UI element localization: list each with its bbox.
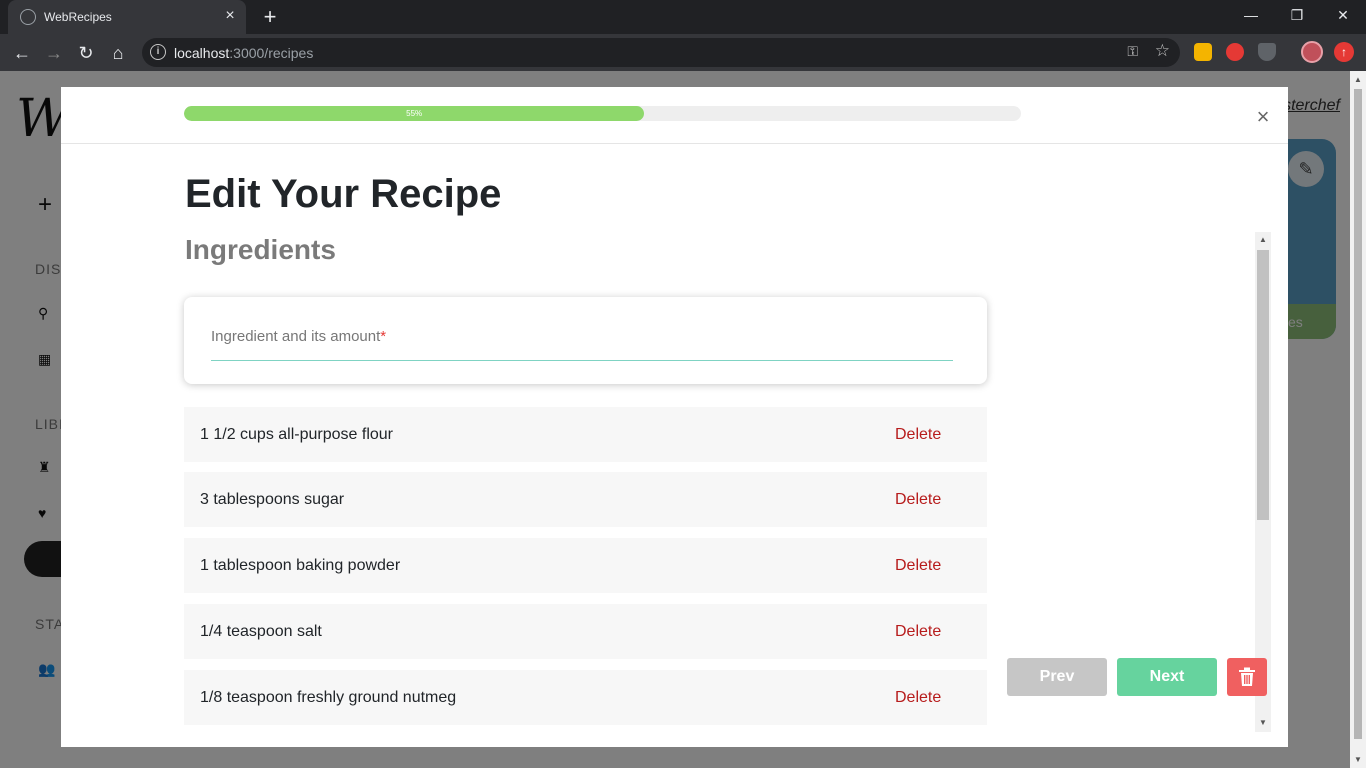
update-icon[interactable]: ↑ [1334, 42, 1354, 62]
ingredient-input-card: Ingredient and its amount* [184, 297, 987, 384]
page-scrollbar[interactable]: ▲ ▼ [1350, 71, 1366, 768]
reload-button[interactable]: ↻ [73, 40, 99, 66]
address-bar[interactable]: i localhost:3000/recipes ⚿ ☆ [142, 38, 1180, 67]
input-underline [211, 360, 953, 361]
scrollbar-thumb[interactable] [1354, 89, 1362, 739]
delete-recipe-button[interactable] [1227, 658, 1267, 696]
delete-ingredient-button[interactable]: Delete [895, 491, 941, 509]
ingredient-name: 1/4 teaspoon salt [200, 623, 322, 640]
progress-fill: 55% [184, 106, 645, 121]
modal-header: 55% × [61, 87, 1288, 144]
scroll-up-arrow[interactable]: ▲ [1354, 75, 1362, 84]
ingredient-row: 3 tablespoons sugar Delete [184, 472, 987, 527]
modal-title: Edit Your Recipe [185, 172, 502, 216]
section-subtitle: Ingredients [185, 234, 336, 265]
ingredient-name: 1/8 teaspoon freshly ground nutmeg [200, 689, 457, 706]
profile-avatar[interactable] [1301, 41, 1323, 63]
shield-extension-icon[interactable] [1258, 43, 1276, 61]
required-mark: * [380, 328, 387, 345]
extension-icon[interactable] [1226, 43, 1244, 61]
bookmark-star-icon[interactable]: ☆ [1155, 41, 1170, 61]
delete-ingredient-button[interactable]: Delete [895, 623, 941, 641]
close-tab-icon[interactable]: × [220, 6, 240, 26]
modal-scrollbar[interactable]: ▲ ▼ [1255, 232, 1271, 732]
restore-button[interactable]: ❐ [1274, 0, 1320, 30]
url-text[interactable]: localhost:3000/recipes [174, 45, 313, 61]
tab-title: WebRecipes [44, 10, 112, 24]
forward-button[interactable]: → [41, 40, 67, 66]
ingredient-row: 1 tablespoon baking powder Delete [184, 538, 987, 593]
scroll-up-arrow[interactable]: ▲ [1259, 235, 1267, 244]
modal-close-button[interactable]: × [1253, 106, 1273, 128]
ingredient-name: 1 1/2 cups all-purpose flour [200, 426, 393, 443]
delete-ingredient-button[interactable]: Delete [895, 557, 941, 575]
info-icon[interactable]: i [150, 44, 166, 60]
trash-icon [1239, 667, 1255, 686]
browser-tabbar: WebRecipes × + — ❐ ✕ [0, 0, 1366, 34]
ingredient-row: 1 1/2 cups all-purpose flour Delete [184, 407, 987, 462]
globe-icon [20, 9, 36, 25]
next-button[interactable]: Next [1117, 658, 1217, 696]
prev-button[interactable]: Prev [1007, 658, 1107, 696]
progress-bar: 55% [184, 106, 1021, 121]
browser-tab[interactable]: WebRecipes × [8, 0, 246, 34]
extension-icon[interactable] [1194, 43, 1212, 61]
scroll-down-arrow[interactable]: ▼ [1259, 718, 1267, 727]
close-window-button[interactable]: ✕ [1320, 0, 1366, 30]
ingredient-row: 1/8 teaspoon freshly ground nutmeg Delet… [184, 670, 987, 725]
ingredient-name: 1 tablespoon baking powder [200, 557, 401, 574]
ingredient-input[interactable]: Ingredient and its amount* [211, 328, 386, 345]
scroll-down-arrow[interactable]: ▼ [1354, 755, 1362, 764]
delete-ingredient-button[interactable]: Delete [895, 426, 941, 444]
key-icon[interactable]: ⚿ [1127, 43, 1138, 60]
ingredient-row: 1/4 teaspoon salt Delete [184, 604, 987, 659]
back-button[interactable]: ← [9, 40, 35, 66]
delete-ingredient-button[interactable]: Delete [895, 689, 941, 707]
browser-toolbar: ← → ↻ ⌂ i localhost:3000/recipes ⚿ ☆ ↑ [0, 34, 1366, 71]
edit-recipe-modal: 55% × Edit Your Recipe Ingredients Ingre… [61, 87, 1288, 747]
ingredient-name: 3 tablespoons sugar [200, 491, 345, 508]
scrollbar-thumb[interactable] [1257, 250, 1269, 520]
home-button[interactable]: ⌂ [105, 40, 131, 66]
new-tab-button[interactable]: + [258, 5, 282, 29]
minimize-button[interactable]: — [1228, 0, 1274, 30]
